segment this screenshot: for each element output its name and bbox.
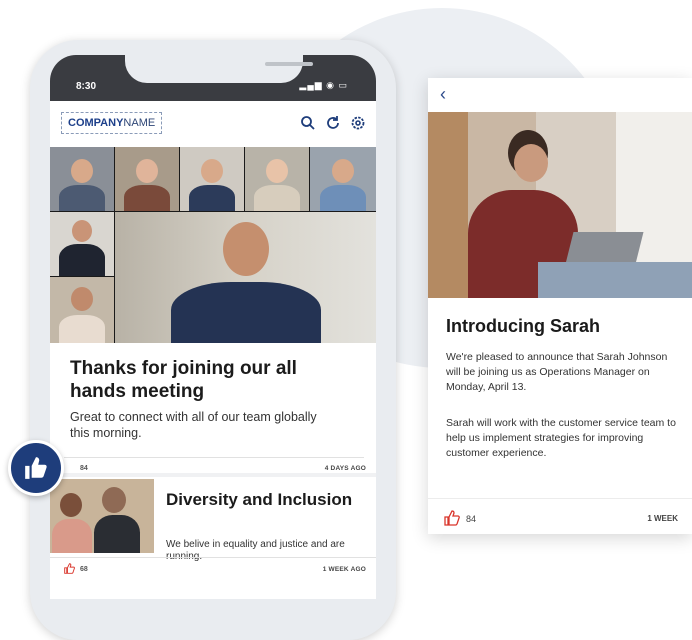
status-icons: ▂▄▆ ◉ ▭ <box>299 80 348 90</box>
divider <box>64 457 364 458</box>
article-paragraph: Sarah will work with the customer servic… <box>446 417 676 459</box>
divider <box>50 557 376 558</box>
app-bar-actions <box>300 115 366 131</box>
like-badge[interactable] <box>8 440 64 496</box>
status-time: 8:30 <box>76 81 97 92</box>
article-title: Introducing Sarah <box>446 316 601 336</box>
post-time: 1 WEEK AGO <box>322 566 366 573</box>
refresh-icon[interactable] <box>325 115 341 131</box>
post-card-diversity[interactable]: Diversity and Inclusion We belive in equ… <box>50 477 376 583</box>
participant-tile <box>245 147 309 211</box>
post-text: Great to connect with all of our team gl… <box>70 410 317 440</box>
logo-rest-text: NAME <box>123 117 156 129</box>
divider <box>428 498 692 499</box>
speaker-bar <box>265 62 313 66</box>
participant-tile <box>180 147 244 211</box>
post-text: We belive in equality and justice and ar… <box>166 539 345 562</box>
like-count: 68 <box>80 566 88 573</box>
article-time: 1 WEEK <box>647 514 678 523</box>
video-call-image <box>50 147 376 343</box>
article-paragraph: We're pleased to announce that Sarah Joh… <box>446 351 668 393</box>
participant-tile <box>310 147 376 211</box>
like-count: 84 <box>80 465 88 472</box>
participant-tile <box>50 277 114 343</box>
search-icon[interactable] <box>300 115 316 131</box>
thumbs-up-icon <box>25 457 47 479</box>
company-logo[interactable]: COMPANYNAME <box>61 112 163 134</box>
settings-icon[interactable] <box>350 115 366 131</box>
participant-tile <box>115 147 179 211</box>
main-speaker-tile <box>115 212 376 343</box>
participant-tile <box>50 212 114 276</box>
thumbs-up-icon[interactable] <box>444 510 460 526</box>
post-title[interactable]: Diversity and Inclusion <box>166 489 366 510</box>
phone-screen: 8:30 ▂▄▆ ◉ ▭ COMPANYNAME Thanks for join… <box>50 55 376 599</box>
thumbs-up-icon[interactable] <box>64 563 75 574</box>
post-image <box>50 479 154 553</box>
article-card: ‹ Introducing Sarah We're pleased to ann… <box>428 78 692 534</box>
app-bar: COMPANYNAME <box>50 101 376 148</box>
back-chevron-icon[interactable]: ‹ <box>440 84 446 105</box>
post-time: 4 DAYS AGO <box>324 465 366 472</box>
phone-notch <box>125 55 313 83</box>
article-image <box>428 112 692 298</box>
post-title[interactable]: Thanks for joining our all hands meeting <box>70 357 340 403</box>
participant-tile <box>50 147 114 211</box>
like-count: 84 <box>466 514 477 524</box>
logo-bold-text: COMPANY <box>68 117 124 129</box>
